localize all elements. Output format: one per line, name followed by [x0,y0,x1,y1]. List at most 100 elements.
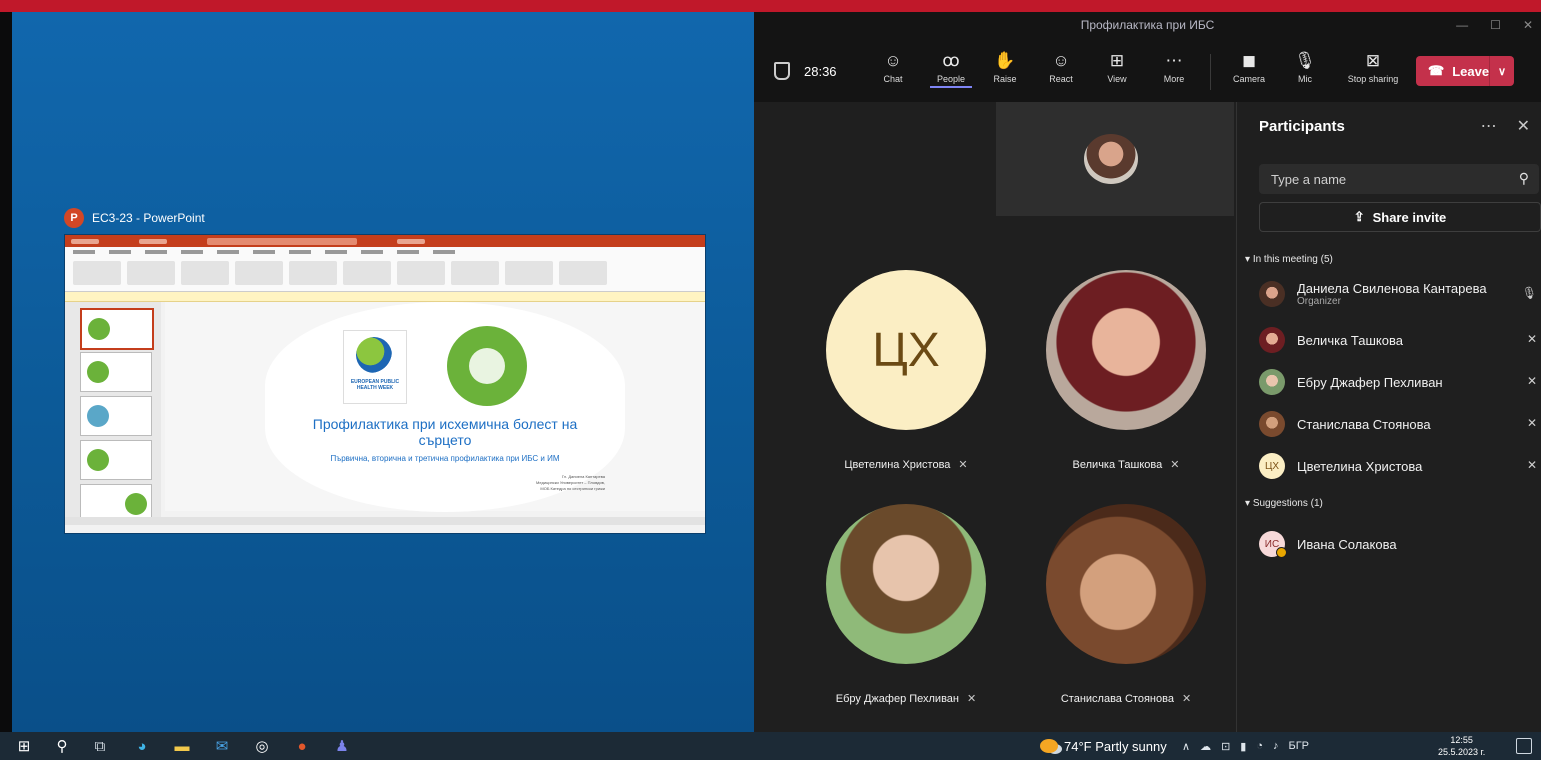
volume-icon[interactable]: ♪ [1273,740,1279,752]
avatar-initials: ЦХ [826,270,986,430]
powerpoint-window-label[interactable]: P EC3-23 - PowerPoint [64,208,205,228]
mic-off-icon: ✕ [1526,374,1537,388]
participant-name: Ебру Джафер Пехливан [1297,374,1443,390]
react-button[interactable]: ☺ React [1036,50,1086,84]
ellipsis-icon[interactable]: ⋯ [1481,116,1497,136]
mic-off-icon: ✕ [967,693,977,705]
mic-icon: 🎙 [1521,286,1537,300]
participant-row[interactable]: Величка Ташкова ✕ [1259,324,1539,356]
chat-icon: ☺ [884,51,902,70]
slide-title: Профилактика при исхемична болест на сър… [312,416,578,448]
file-explorer-icon[interactable]: ▬ [172,736,192,756]
search-icon[interactable]: ⚲ [52,736,72,756]
chat-button[interactable]: ☺ Chat [868,50,918,84]
suggestions-section-header[interactable]: ▾ Suggestions (1) [1245,498,1323,509]
ppt-slides-pane [65,302,161,525]
eph-logo: EUROPEAN PUBLIC HEALTH WEEK [343,330,407,404]
minimize-icon[interactable]: — [1456,18,1468,32]
camera-off-icon: ◼ [1241,51,1257,70]
slide-thumbnail[interactable] [80,396,152,436]
participant-name: Ивана Солакова [1297,536,1397,552]
panel-actions: ⋯ ✕ [1481,116,1530,136]
avatar [1259,411,1285,437]
mic-icon: 🎙 [1294,51,1316,70]
active-indicator [930,86,972,88]
slide-subtitle: Първична, вторична и третична профилакти… [330,454,560,463]
search-icon[interactable]: ⚲ [1519,170,1529,187]
mic-button[interactable]: 🎙 Mic [1280,50,1330,84]
ppt-status-bar [65,517,705,525]
taskbar-clock[interactable]: 12:55 25.5.2023 г. [1438,734,1485,758]
more-button[interactable]: ⋯ More [1149,50,1199,84]
leave-button[interactable]: ☎ Leave ∨ [1416,56,1514,86]
avatar [1259,281,1285,307]
system-tray: ∧ ☁ ⊡ ▮ ◔ ♪ БГР [1182,732,1309,760]
slide-thumbnail[interactable] [80,440,152,480]
panel-title: Participants [1259,118,1345,135]
slide-thumbnail[interactable] [80,352,152,392]
phone-icon: ☎ [1428,63,1445,78]
windows-start-icon[interactable]: ⊞ [14,736,34,756]
wifi-icon[interactable]: ◔ [1256,740,1263,752]
powerpoint-taskbar-icon[interactable]: ● [292,736,312,756]
participant-name: Цветелина Христова [844,458,951,471]
slide-thumbnail[interactable] [80,308,154,350]
mic-off-icon: ✕ [1526,332,1537,346]
edge-browser-icon[interactable]: ◕ [132,736,152,756]
teams-window-title: Профилактика при ИБС [754,12,1541,38]
view-button[interactable]: ⊞ View [1092,50,1142,84]
ellipsis-icon: ⋯ [1165,51,1183,70]
mic-off-icon: ✕ [1526,458,1537,472]
stop-sharing-button[interactable]: ⊠ Stop sharing [1340,50,1406,84]
slide-author: Гл. Даниела Кантарева Медицински Универс… [535,474,605,491]
battery-icon[interactable]: ▮ [1240,740,1246,753]
people-button[interactable]: ꝏ People [926,50,976,88]
desktop: P EC3-23 - PowerPoint EUROPEAN PUBLIC HE… [12,12,754,732]
participant-search-input[interactable]: Type a name ⚲ [1259,164,1539,194]
in-meeting-section-header[interactable]: ▾ In this meeting (5) [1245,254,1333,265]
ppt-ribbon [65,247,705,292]
people-icon: ꝏ [942,51,960,70]
status-badge [1276,547,1287,558]
participant-row[interactable]: ЦХ Цветелина Христова ✕ [1259,450,1539,482]
video-stage: ЦХ Цветелина Христова ✕ Величка Ташкова ✕ … [754,102,1236,732]
cloud-icon[interactable]: ☁ [1200,740,1211,753]
taskbar: ⊞ ⚲ ⧉ ◕ ▬ ✉ ◎ ● ♟ 74°F Partly sunny ∧ ☁ … [0,732,1541,760]
notifications-icon[interactable] [1516,738,1532,754]
share-invite-button[interactable]: ⇪ Share invite [1259,202,1541,232]
partly-sunny-icon [1040,739,1058,753]
participant-tile[interactable]: ЦХ Цветелина Христова ✕ [796,270,1016,471]
mail-icon[interactable]: ✉ [212,736,232,756]
task-view-icon[interactable]: ⧉ [90,736,110,756]
maximize-icon[interactable]: ☐ [1490,18,1501,32]
powerpoint-window-thumbnail[interactable]: EUROPEAN PUBLIC HEALTH WEEK Профилактика… [64,234,706,534]
teams-taskbar-icon[interactable]: ♟ [332,736,352,756]
participant-row[interactable]: Даниела Свиленова Кантарева Organizer 🎙 [1259,278,1539,310]
raise-hand-button[interactable]: ✋ Raise [980,50,1030,84]
avatar-initials: ЦХ [1259,453,1285,479]
participant-row[interactable]: Ебру Джафер Пехливан ✕ [1259,366,1539,398]
weather-widget[interactable]: 74°F Partly sunny [1040,732,1167,760]
language-indicator[interactable]: БГР [1289,740,1310,752]
powerpoint-title: EC3-23 - PowerPoint [92,211,205,225]
avatar [1259,327,1285,353]
participant-tile[interactable]: Станислава Стоянова ✕ [1016,504,1236,705]
self-video-tile[interactable] [996,102,1234,216]
close-icon[interactable]: ✕ [1517,116,1530,136]
shield-icon [774,62,790,80]
participant-tile[interactable]: Величка Ташкова ✕ [1016,270,1236,471]
mic-off-icon: ✕ [958,459,968,471]
camera-button[interactable]: ◼ Camera [1224,50,1274,84]
chevron-down-icon[interactable]: ∨ [1489,56,1514,86]
participant-row[interactable]: Станислава Стоянова ✕ [1259,408,1539,440]
participant-tile[interactable]: Ебру Джафер Пехливан ✕ [796,504,1016,705]
participant-name: Величка Ташкова [1072,458,1163,471]
window-close-icon[interactable]: ✕ [1523,18,1533,32]
participant-name: Величка Ташкова [1297,332,1403,348]
participants-panel: Participants ⋯ ✕ Type a name ⚲ ⇪ Share i… [1236,102,1541,732]
suggestion-row[interactable]: ИС Ивана Солакова [1259,528,1539,560]
network-icon[interactable]: ⊡ [1221,740,1230,753]
participant-name: Ебру Джафер Пехливан [835,692,959,705]
dell-icon[interactable]: ◎ [252,736,272,756]
chevron-up-icon[interactable]: ∧ [1182,740,1190,753]
